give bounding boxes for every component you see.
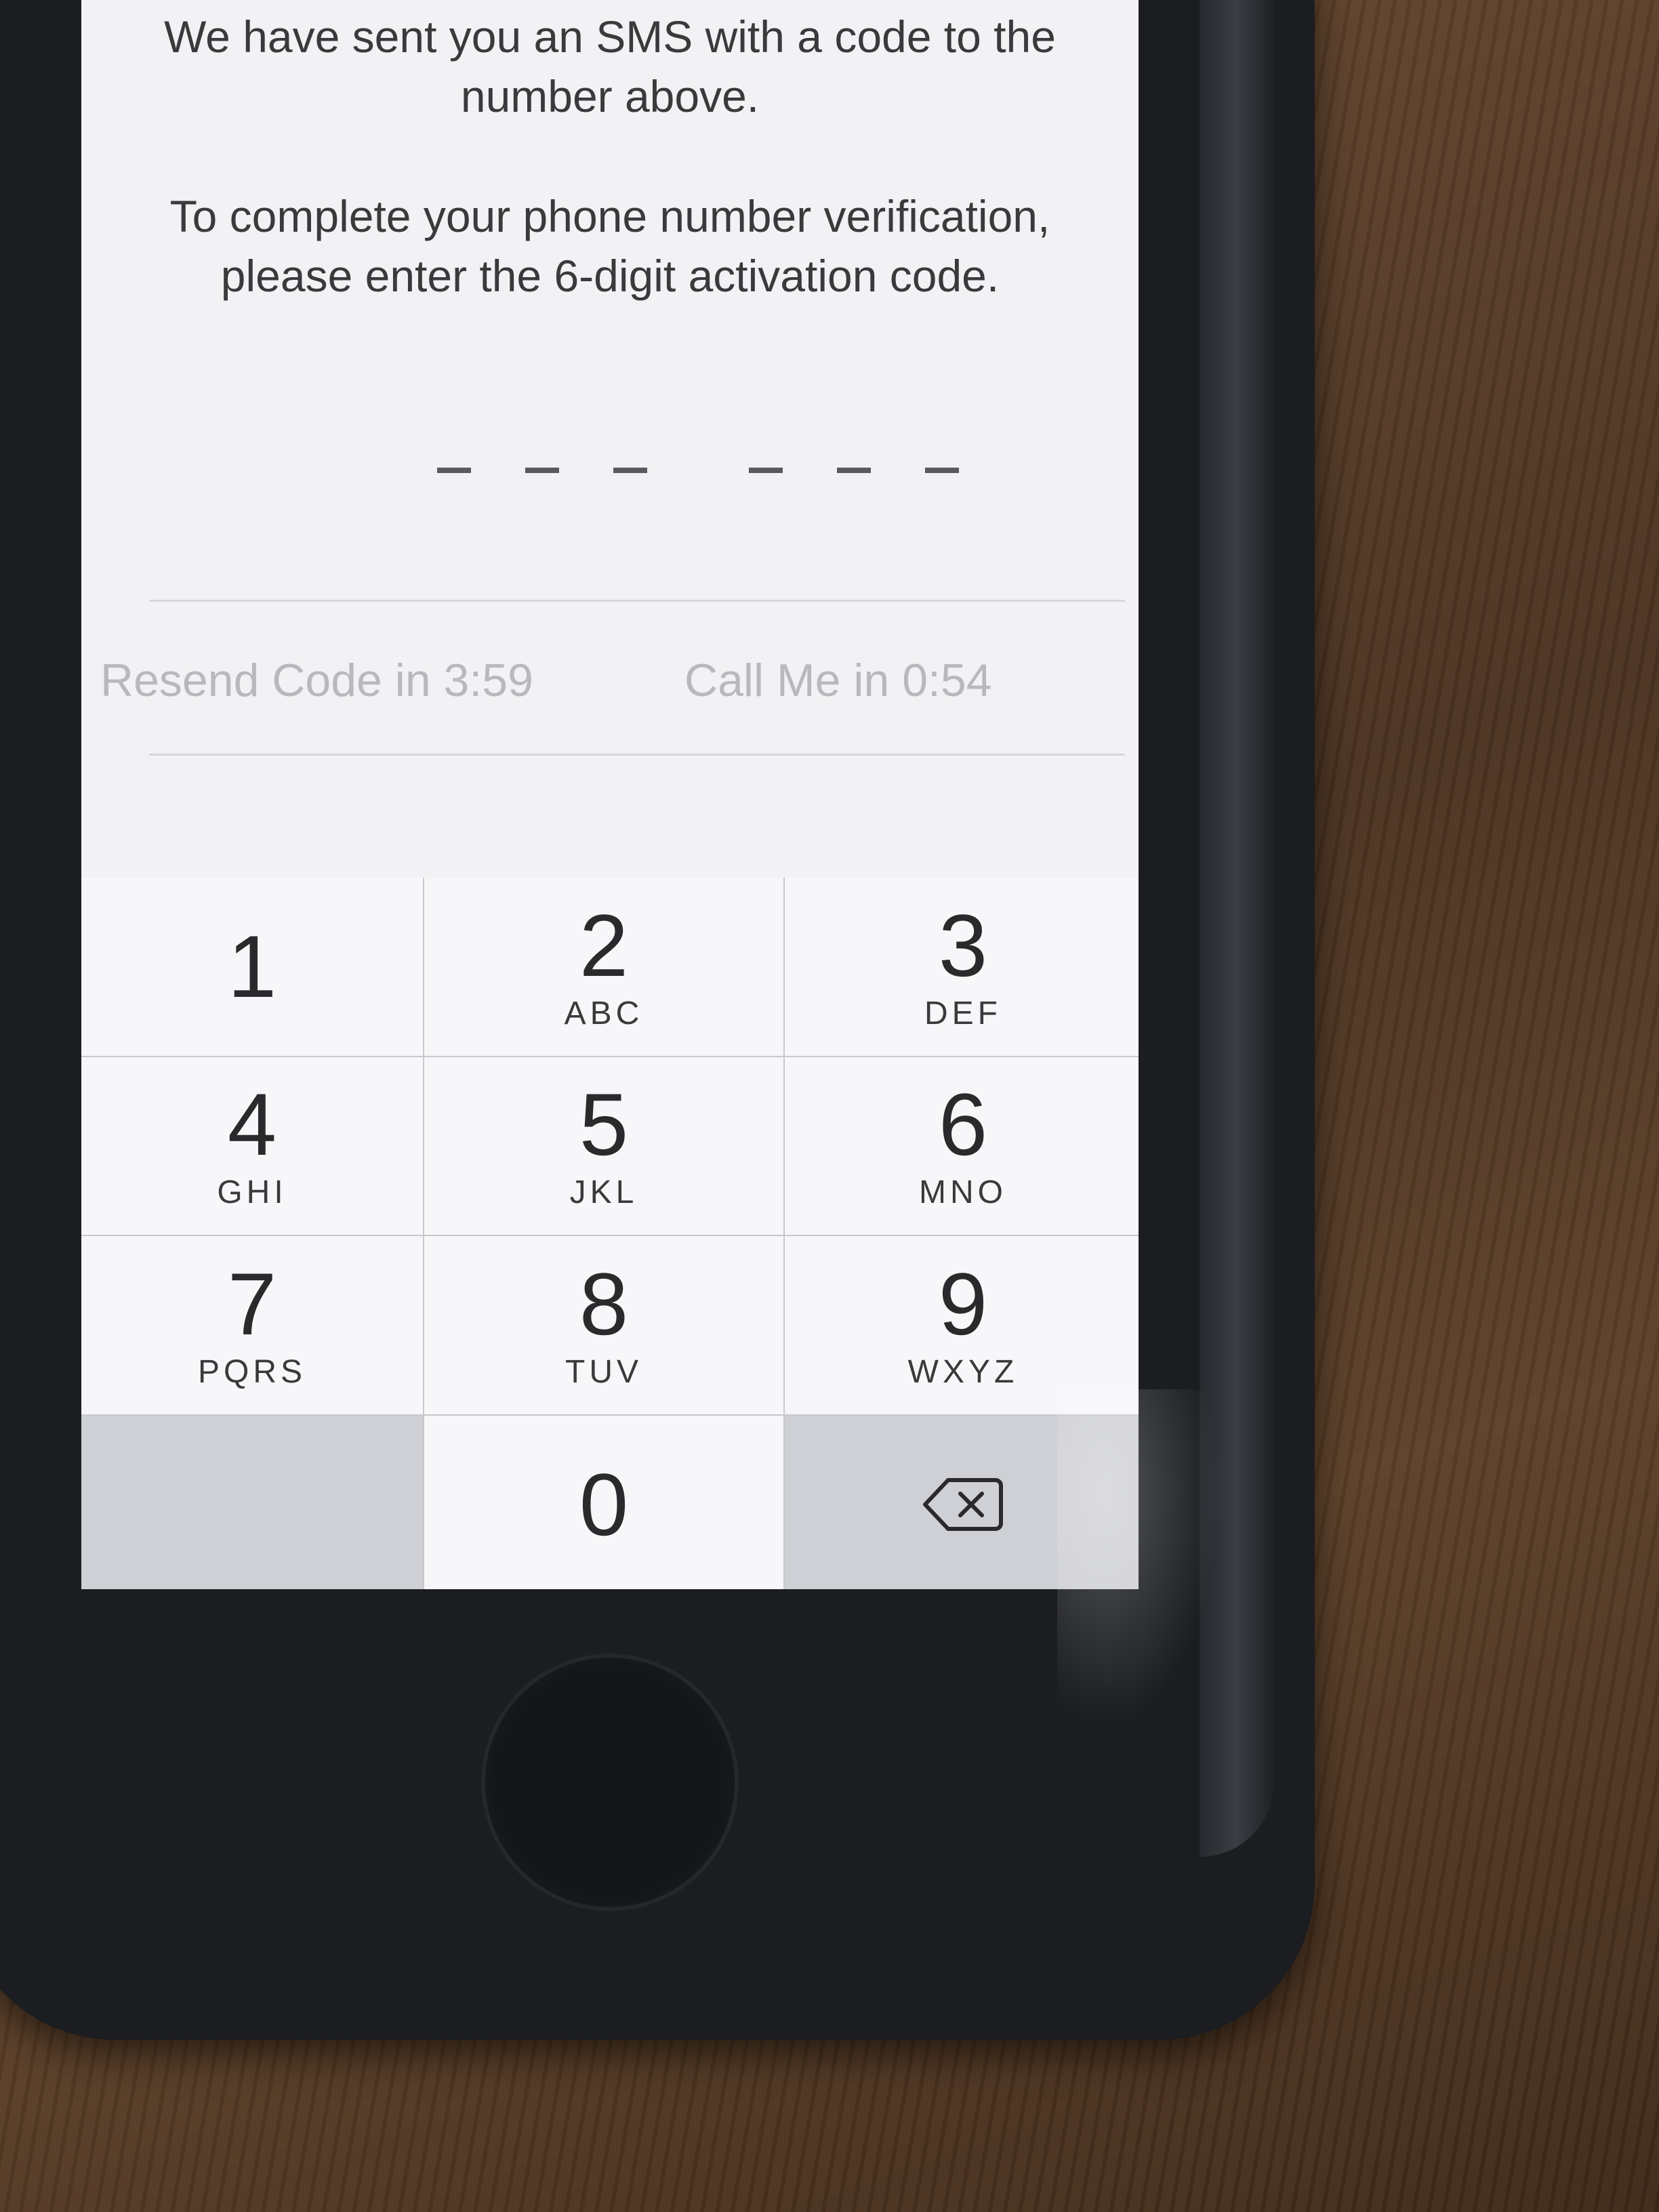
- activation-code-input[interactable]: [81, 468, 1139, 508]
- key-letters: ABC: [564, 995, 644, 1031]
- key-digit: 3: [938, 895, 988, 995]
- key-letters: MNO: [919, 1174, 1007, 1211]
- delete-backspace-icon: [923, 1477, 1003, 1531]
- home-button[interactable]: [481, 1654, 739, 1911]
- key-digit: 9: [938, 1254, 988, 1353]
- key-digit: 2: [579, 895, 629, 995]
- key-letters: TUV: [565, 1353, 642, 1390]
- key-blank: [81, 1415, 423, 1589]
- divider: [149, 754, 1125, 756]
- call-me-button[interactable]: Call Me in 0:54: [684, 654, 992, 707]
- code-slot-6: [925, 468, 959, 473]
- code-slot-1: [437, 468, 471, 473]
- code-slot-2: [525, 468, 559, 473]
- code-slot-3: [613, 468, 647, 473]
- key-letters: GHI: [217, 1174, 287, 1211]
- key-3[interactable]: 3 DEF: [785, 878, 1139, 1056]
- key-digit: 1: [227, 917, 277, 1017]
- key-digit: 6: [938, 1075, 988, 1174]
- verification-instruction: To complete your phone number verificati…: [169, 191, 1050, 301]
- numeric-keypad: 1 2 ABC 3 DEF 4 GHI 5 JKL 6 MNO 7 PQRS 8…: [81, 878, 1139, 1589]
- key-digit: 8: [579, 1254, 629, 1353]
- key-digit: 5: [579, 1075, 629, 1174]
- phone-screen: We have sent you an SMS with a code to t…: [81, 0, 1139, 1589]
- key-0[interactable]: 0: [424, 1415, 783, 1589]
- key-letters: JKL: [569, 1174, 638, 1211]
- phone-body: We have sent you an SMS with a code to t…: [0, 0, 1315, 2040]
- key-9[interactable]: 9 WXYZ: [785, 1236, 1139, 1414]
- key-letters: PQRS: [197, 1353, 307, 1390]
- sms-sent-message: We have sent you an SMS with a code to t…: [164, 12, 1056, 121]
- key-letters: WXYZ: [907, 1353, 1019, 1390]
- screen-glare: [1057, 1389, 1220, 1728]
- resend-code-button[interactable]: Resend Code in 3:59: [100, 654, 533, 707]
- key-7[interactable]: 7 PQRS: [81, 1236, 423, 1414]
- key-digit: 0: [579, 1454, 629, 1554]
- key-4[interactable]: 4 GHI: [81, 1057, 423, 1235]
- key-6[interactable]: 6 MNO: [785, 1057, 1139, 1235]
- code-slot-4: [749, 468, 783, 473]
- key-1[interactable]: 1: [81, 878, 423, 1056]
- key-digit: 7: [227, 1254, 277, 1353]
- divider: [149, 600, 1125, 602]
- key-digit: 4: [227, 1075, 277, 1174]
- code-slot-5: [837, 468, 871, 473]
- key-5[interactable]: 5 JKL: [424, 1057, 783, 1235]
- key-letters: DEF: [924, 995, 1002, 1031]
- key-8[interactable]: 8 TUV: [424, 1236, 783, 1414]
- key-2[interactable]: 2 ABC: [424, 878, 783, 1056]
